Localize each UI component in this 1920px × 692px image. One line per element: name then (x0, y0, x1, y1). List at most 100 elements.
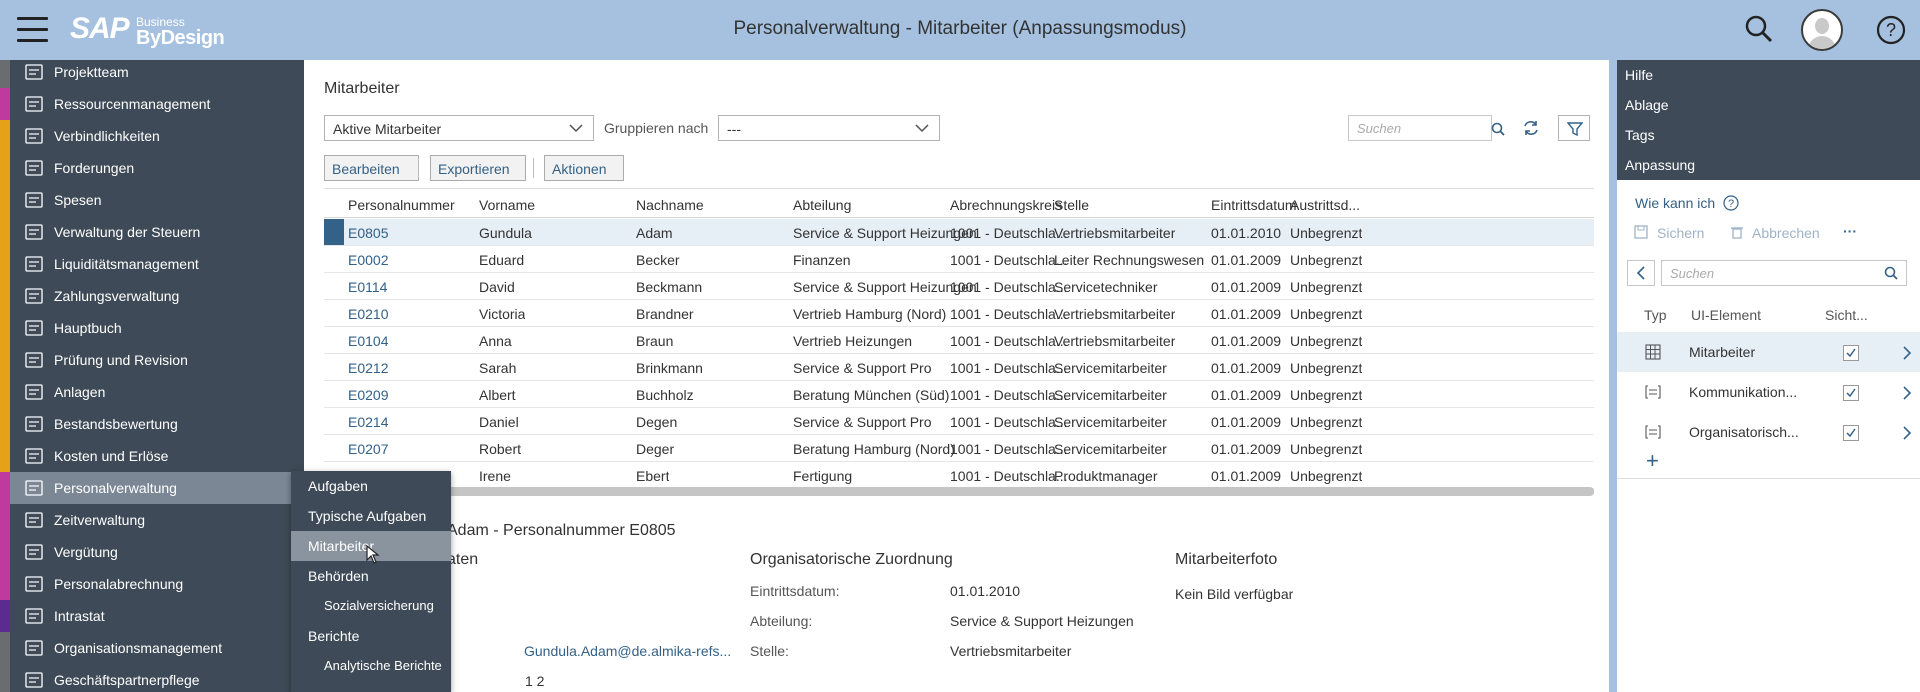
sidebar-item-5[interactable]: Verwaltung der Steuern (0, 216, 304, 248)
panel-divider[interactable] (1609, 60, 1617, 692)
ui-element-row[interactable]: Organisatorisch... (1617, 412, 1920, 452)
search-icon[interactable] (1884, 266, 1898, 280)
actions-button[interactable]: Aktionen (544, 155, 624, 181)
table-cell[interactable]: E0805 (348, 225, 388, 241)
sidebar-item-label: Anlagen (54, 384, 106, 400)
table-cell[interactable]: E0209 (348, 387, 388, 403)
group-by-dropdown[interactable]: --- (718, 115, 940, 141)
visible-checkbox[interactable] (1843, 385, 1859, 401)
table-row[interactable]: E0104 Anna Braun Vertrieb Heizungen 1001 - D… (324, 327, 1594, 354)
sidebar-item-15[interactable]: Vergütung (0, 536, 304, 568)
table-cell[interactable]: E0104 (348, 333, 388, 349)
sidebar-item-1[interactable]: Ressourcenmanagement (0, 88, 304, 120)
horizontal-scrollbar[interactable] (324, 487, 1594, 496)
column-header-4[interactable]: Abrechnungskreis (950, 197, 1062, 213)
column-header-7[interactable]: Austrittsd... (1290, 197, 1360, 213)
sidebar-item-2[interactable]: Verbindlichkeiten (0, 120, 304, 152)
sidebar-item-color-bar (0, 536, 10, 568)
table-cell[interactable]: E0212 (348, 360, 388, 376)
column-header-1[interactable]: Vorname (479, 197, 535, 213)
pagination[interactable]: 1 2 (525, 673, 544, 689)
back-button[interactable] (1627, 260, 1655, 286)
flyout-item-4[interactable]: Sozialversicherung (291, 591, 451, 621)
add-icon[interactable]: + (1646, 448, 1659, 474)
user-avatar[interactable] (1801, 9, 1843, 51)
column-header-6[interactable]: Eintrittsdatum (1211, 197, 1297, 213)
search-icon[interactable] (1744, 14, 1774, 44)
table-row[interactable]: E0002 Eduard Becker Finanzen 1001 - Deutschl… (324, 246, 1594, 273)
table-cell: Deger (636, 441, 675, 457)
sidebar-item-0[interactable]: Projektteam (0, 60, 304, 88)
chevron-right-icon[interactable] (1902, 345, 1912, 361)
row-selection-marker[interactable] (324, 219, 344, 245)
search-icon[interactable] (1491, 122, 1505, 136)
sidebar-item-3[interactable]: Forderungen (0, 152, 304, 184)
table-row[interactable]: E0209 Albert Buchholz Beratung München (Süd… (324, 381, 1594, 408)
email-link[interactable]: Gundula.Adam@de.almika-refs... (524, 643, 731, 659)
sidebar-item-16[interactable]: Personalabrechnung (0, 568, 304, 600)
sidebar-item-14[interactable]: Zeitverwaltung (0, 504, 304, 536)
flyout-item-6[interactable]: Analytische Berichte (291, 651, 451, 681)
table-row[interactable]: E0214 Daniel Degen Service & Support Pro 100… (324, 408, 1594, 435)
flyout-item-5[interactable]: Berichte (291, 621, 451, 651)
help-icon[interactable]: ? (1875, 14, 1907, 46)
table-search-input[interactable]: Suchen (1348, 115, 1505, 141)
sidebar-item-13[interactable]: Personalverwaltung (0, 472, 304, 504)
sidebar-item-19[interactable]: Geschäftspartnerpflege (0, 664, 304, 692)
table-cell[interactable]: E0214 (348, 414, 388, 430)
export-button[interactable]: Exportieren (430, 155, 526, 181)
filter-dropdown[interactable]: Aktive Mitarbeiter (324, 115, 594, 141)
chevron-right-icon[interactable] (1902, 385, 1912, 401)
table-cell[interactable]: E0002 (348, 252, 388, 268)
visible-checkbox[interactable] (1843, 345, 1859, 361)
more-icon[interactable]: ··· (1843, 223, 1857, 239)
flyout-item-0[interactable]: Aufgaben (291, 471, 451, 501)
money-icon (25, 448, 43, 464)
chevron-right-icon[interactable] (1902, 425, 1912, 441)
table-row[interactable]: E0207 Robert Deger Beratung Hamburg (Nord) 1… (324, 435, 1594, 462)
table-row[interactable]: E0805 Gundula Adam Service & Support Heizun… (324, 219, 1594, 246)
refresh-icon[interactable] (1522, 119, 1540, 137)
column-header-3[interactable]: Abteilung (793, 197, 851, 213)
cancel-button[interactable]: Abbrechen (1752, 225, 1820, 241)
sidebar-item-6[interactable]: Liquiditätsmanagement (0, 248, 304, 280)
element-search-input[interactable]: Suchen (1661, 260, 1907, 286)
table-cell[interactable]: E0210 (348, 306, 388, 322)
table-row[interactable]: E0114 David Beckmann Service & Support Heiz… (324, 273, 1594, 300)
flyout-item-3[interactable]: Behörden (291, 561, 451, 591)
table-row[interactable]: E0210 Victoria Brandner Vertrieb Hamburg (N… (324, 300, 1594, 327)
flyout-item-1[interactable]: Typische Aufgaben (291, 501, 451, 531)
sidebar-item-7[interactable]: Zahlungsverwaltung (0, 280, 304, 312)
column-header-5[interactable]: Stelle (1054, 197, 1089, 213)
how-do-i-link[interactable]: Wie kann ich (1635, 195, 1715, 211)
sidebar-item-18[interactable]: Organisationsmanagement (0, 632, 304, 664)
file-menu-item[interactable]: Ablage (1625, 97, 1669, 113)
help-menu-item[interactable]: Hilfe (1625, 67, 1653, 83)
sidebar-item-8[interactable]: Hauptbuch (0, 312, 304, 344)
column-header-0[interactable]: Personalnummer (348, 197, 455, 213)
adaptation-menu-item[interactable]: Anpassung (1625, 157, 1695, 173)
export-button-label: Exportieren (438, 161, 510, 177)
filter-button[interactable] (1558, 115, 1590, 141)
save-button[interactable]: Sichern (1657, 225, 1704, 241)
table-row[interactable]: E0212 Sarah Brinkmann Service & Support Pro… (324, 354, 1594, 381)
table-row[interactable]: Irene Ebert Fertigung 1001 - Deutschla... Pr… (324, 462, 1594, 489)
sidebar-item-10[interactable]: Anlagen (0, 376, 304, 408)
ui-element-label: Organisatorisch... (1689, 424, 1799, 440)
help-circle-icon[interactable]: ? (1723, 195, 1739, 211)
visible-checkbox[interactable] (1843, 425, 1859, 441)
edit-button[interactable]: Bearbeiten (324, 155, 419, 181)
sidebar-item-12[interactable]: Kosten und Erlöse (0, 440, 304, 472)
table-cell[interactable]: E0114 (348, 279, 387, 295)
sidebar-item-11[interactable]: Bestandsbewertung (0, 408, 304, 440)
ui-element-row[interactable]: Kommunikation... (1617, 372, 1920, 412)
column-header-2[interactable]: Nachname (636, 197, 704, 213)
section-title: Mitarbeiter (324, 80, 400, 97)
sidebar-item-4[interactable]: Spesen (0, 184, 304, 216)
tags-menu-item[interactable]: Tags (1625, 127, 1655, 143)
table-cell[interactable]: E0207 (348, 441, 388, 457)
money-icon (25, 544, 43, 560)
sidebar-item-17[interactable]: Intrastat (0, 600, 304, 632)
sidebar-item-9[interactable]: Prüfung und Revision (0, 344, 304, 376)
ui-element-row[interactable]: Mitarbeiter (1617, 332, 1920, 372)
